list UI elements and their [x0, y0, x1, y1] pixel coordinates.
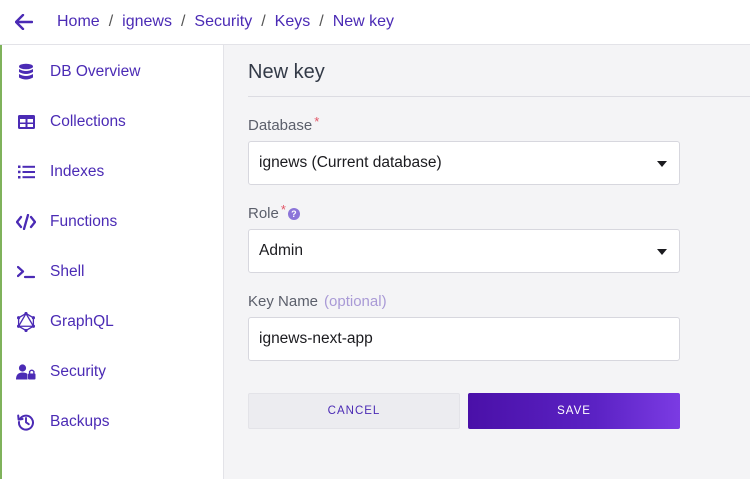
- sidebar-item-shell[interactable]: Shell: [2, 247, 223, 297]
- sidebar-item-graphql[interactable]: GraphQL: [2, 297, 223, 347]
- sidebar-item-db-overview[interactable]: DB Overview: [2, 47, 223, 97]
- dropdown-caret-icon: [657, 161, 667, 167]
- table-icon: [15, 111, 37, 133]
- sidebar-item-collections[interactable]: Collections: [2, 97, 223, 147]
- sidebar-item-label: GraphQL: [50, 313, 114, 330]
- title-divider: [248, 96, 750, 97]
- sidebar-item-label: Shell: [50, 263, 85, 280]
- database-select[interactable]: ignews (Current database): [248, 141, 680, 185]
- dropdown-caret-icon: [657, 249, 667, 255]
- breadcrumb-separator: /: [261, 13, 266, 30]
- sidebar-item-label: Collections: [50, 113, 126, 130]
- history-icon: [15, 411, 37, 433]
- role-label-text: Role: [248, 205, 279, 222]
- database-label: Database *: [248, 114, 320, 134]
- required-mark: *: [314, 114, 320, 129]
- save-button[interactable]: SAVE: [468, 393, 680, 429]
- sidebar-item-functions[interactable]: Functions: [2, 197, 223, 247]
- help-icon[interactable]: ?: [287, 208, 300, 220]
- sidebar-item-indexes[interactable]: Indexes: [2, 147, 223, 197]
- breadcrumb-separator: /: [319, 13, 324, 30]
- sidebar-item-label: Backups: [50, 413, 110, 430]
- database-label-text: Database: [248, 117, 313, 134]
- sidebar-item-backups[interactable]: Backups: [2, 397, 223, 447]
- key-name-input[interactable]: [248, 317, 680, 361]
- sidebar-item-label: DB Overview: [50, 63, 141, 80]
- breadcrumb-keys[interactable]: Keys: [275, 13, 311, 31]
- terminal-icon: [15, 261, 37, 283]
- code-icon: [15, 211, 37, 233]
- top-bar: Home / ignews / Security / Keys / New ke…: [0, 0, 750, 45]
- breadcrumb-home[interactable]: Home: [57, 13, 100, 31]
- breadcrumb-security[interactable]: Security: [194, 13, 252, 31]
- role-select-value: Admin: [259, 242, 303, 259]
- breadcrumb-database[interactable]: ignews: [122, 13, 172, 31]
- sidebar: DB Overview Collections Indexes Function…: [2, 45, 224, 479]
- sidebar-item-label: Indexes: [50, 163, 105, 180]
- breadcrumb-separator: /: [108, 13, 114, 30]
- sidebar-item-security[interactable]: Security: [2, 347, 223, 397]
- database-select-value: ignews (Current database): [259, 154, 442, 171]
- optional-hint: (optional): [324, 293, 387, 310]
- database-icon: [15, 61, 37, 83]
- back-arrow-icon[interactable]: [14, 12, 34, 32]
- required-mark: *: [280, 202, 286, 217]
- breadcrumb-separator: /: [180, 13, 186, 30]
- graphql-icon: [15, 311, 37, 333]
- main-content: New key Database * ignews (Current datab…: [224, 45, 750, 479]
- key-name-label-text: Key Name: [248, 293, 319, 310]
- key-name-label: Key Name (optional): [248, 293, 387, 310]
- role-label: Role * ?: [248, 202, 300, 222]
- list-icon: [15, 161, 37, 183]
- breadcrumb: Home / ignews / Security / Keys / New ke…: [57, 13, 394, 31]
- app-window: Home / ignews / Security / Keys / New ke…: [0, 0, 750, 479]
- user-lock-icon: [15, 361, 37, 383]
- sidebar-item-label: Functions: [50, 213, 118, 230]
- sidebar-item-label: Security: [50, 363, 106, 380]
- role-select[interactable]: Admin: [248, 229, 680, 273]
- breadcrumb-current: New key: [332, 13, 395, 30]
- page-title: New key: [248, 61, 325, 83]
- cancel-button[interactable]: CANCEL: [248, 393, 460, 429]
